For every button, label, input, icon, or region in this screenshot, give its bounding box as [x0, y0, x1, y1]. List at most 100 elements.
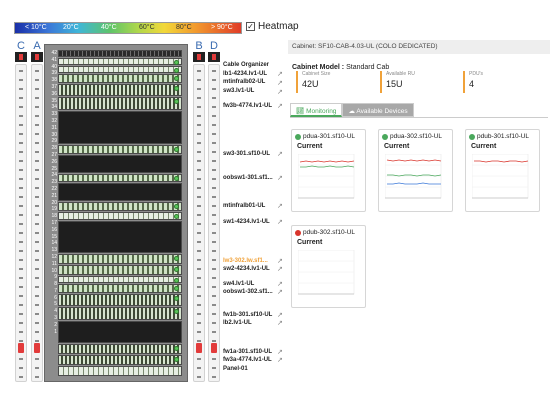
device-label[interactable]: mtinfralb01-UL [223, 203, 265, 209]
rack-unit-number: 42 [51, 50, 57, 56]
stat-value: 4 [469, 79, 475, 89]
device-label[interactable]: sw2-4234.lv1-UL [223, 266, 270, 272]
external-link-icon[interactable]: ↗ [277, 280, 283, 288]
pdu-strip-a[interactable] [31, 64, 43, 382]
external-link-icon[interactable]: ↗ [277, 311, 283, 319]
pdu-strip-c[interactable] [15, 64, 27, 382]
device-label[interactable]: lb2.lv1-UL [223, 320, 252, 326]
external-link-icon[interactable]: ↗ [277, 218, 283, 226]
rack-device[interactable] [58, 366, 182, 376]
device-label[interactable]: Cable Organizer [223, 62, 269, 68]
rack-device[interactable] [58, 174, 182, 182]
stat-value: 42U [302, 79, 319, 89]
device-label[interactable]: sw1-4234.lv1-UL [223, 219, 270, 225]
pdu-strip-d[interactable] [208, 64, 220, 382]
rack-unit-number: 4 [54, 308, 57, 315]
rack-device[interactable] [58, 284, 182, 293]
checkbox-checked-icon[interactable]: ✓ [246, 22, 255, 31]
device-label[interactable]: Panel-01 [223, 366, 248, 372]
rack-device[interactable] [58, 74, 182, 83]
device-label[interactable]: fw1a-301.sf10-UL [223, 349, 272, 355]
rack-unit-number: 22 [51, 185, 57, 192]
rack-unit-number: 14 [51, 240, 57, 247]
rack-unit-number: 32 [51, 117, 57, 124]
rack-device[interactable] [58, 265, 182, 275]
rack-unit-number: 16 [51, 226, 57, 233]
metric-title: Current [471, 143, 497, 150]
device-label[interactable]: sw4.lv1-UL [223, 281, 254, 287]
metric-title: Current [297, 239, 323, 246]
external-link-icon[interactable]: ↗ [277, 79, 283, 87]
rack-device[interactable] [58, 294, 182, 306]
tab-available-devices[interactable]: ☁ Available Devices [342, 103, 414, 117]
device-label[interactable]: fw3a-4774.lv1-UL [223, 357, 272, 363]
rack-unit-number: 35 [51, 97, 57, 104]
pdu-card-title: pdub-301.sf10-UL [477, 133, 530, 140]
status-error-icon [295, 229, 301, 236]
external-link-icon[interactable]: ↗ [277, 356, 283, 364]
external-link-icon[interactable]: ↗ [277, 102, 283, 110]
current-sparkline [298, 250, 355, 295]
device-label[interactable]: oobsw1-301.sf1... [223, 175, 273, 181]
external-link-icon[interactable]: ↗ [277, 202, 283, 210]
stat-label: PDU's [469, 71, 484, 77]
rack-device[interactable] [58, 58, 182, 65]
external-link-icon[interactable]: ↗ [277, 174, 283, 182]
rack-unit-number: 36 [51, 90, 57, 97]
external-link-icon[interactable]: ↗ [277, 88, 283, 96]
rack-device[interactable] [58, 50, 182, 57]
stat-label: Cabinet Size [302, 71, 331, 77]
device-label[interactable]: fw3b-4774.lv1-UL [223, 103, 272, 109]
pdu-card[interactable]: pdua-301.sf10-UL Current [291, 129, 366, 212]
external-link-icon[interactable]: ↗ [277, 348, 283, 356]
pdu-status-icon [208, 52, 220, 62]
heatmap-label: 80°C [176, 24, 192, 31]
device-label[interactable]: oobsw1-302.sf1... [223, 289, 273, 295]
tab-monitoring[interactable]: 📈︎ Monitoring [290, 103, 343, 117]
pdu-card[interactable]: pdua-302.sf10-UL Current [378, 129, 453, 212]
rack-device[interactable] [58, 66, 182, 73]
external-link-icon[interactable]: ↗ [277, 150, 283, 158]
rack-unit-number: 26 [51, 158, 57, 165]
status-ok-icon [382, 133, 388, 140]
rack-device[interactable] [58, 344, 182, 354]
pdu-label-a: A [33, 40, 41, 52]
pdu-strip-b[interactable] [193, 64, 205, 382]
pdu-card[interactable]: pdub-301.sf10-UL Current [465, 129, 540, 212]
pdu-label-d: D [210, 40, 218, 52]
stat-cabinet-size: Cabinet Size 42U [296, 71, 366, 93]
rack-unit-number: 41 [51, 56, 57, 63]
device-label[interactable]: sw3-301.sf10-UL [223, 151, 270, 157]
external-link-icon[interactable]: ↗ [277, 265, 283, 273]
rack-blank-panel [58, 111, 182, 144]
pdu-card-title: pdua-302.sf10-UL [390, 133, 443, 140]
external-link-icon[interactable]: ↗ [277, 257, 283, 265]
device-label[interactable]: fw1b-301.sf10-UL [223, 312, 272, 318]
rack-device[interactable] [58, 202, 182, 211]
device-label[interactable]: lb1-4234.lv1-UL [223, 71, 267, 77]
heatmap-toggle[interactable]: ✓ Heatmap [246, 21, 299, 32]
external-link-icon[interactable]: ↗ [277, 288, 283, 296]
rack-device[interactable] [58, 212, 182, 220]
device-label-warning[interactable]: lw3-302.lw.sf1... [223, 258, 268, 264]
status-ok-icon [469, 133, 475, 140]
rack-device[interactable] [58, 145, 182, 154]
rack-device[interactable] [58, 307, 182, 320]
device-label[interactable]: mtinfralb02-UL [223, 79, 265, 85]
status-ok-icon [295, 133, 301, 140]
stat-value: 15U [386, 79, 403, 89]
device-label[interactable]: sw3.lv1-UL [223, 88, 254, 94]
rack-device[interactable] [58, 355, 182, 365]
pdu-status-icon [31, 52, 43, 62]
rack-unit-number: 39 [51, 70, 57, 77]
rack-device[interactable] [58, 84, 182, 96]
rack-blank-panel [58, 155, 182, 173]
rack-device[interactable] [58, 254, 182, 264]
rack-unit-number: 34 [51, 104, 57, 111]
pdu-card[interactable]: pdub-302.sf10-UL Current [291, 225, 366, 308]
external-link-icon[interactable]: ↗ [277, 70, 283, 78]
rack-device[interactable] [58, 97, 182, 110]
rack-unit-number: 27 [51, 151, 57, 158]
external-link-icon[interactable]: ↗ [277, 319, 283, 327]
rack-device[interactable] [58, 276, 182, 283]
